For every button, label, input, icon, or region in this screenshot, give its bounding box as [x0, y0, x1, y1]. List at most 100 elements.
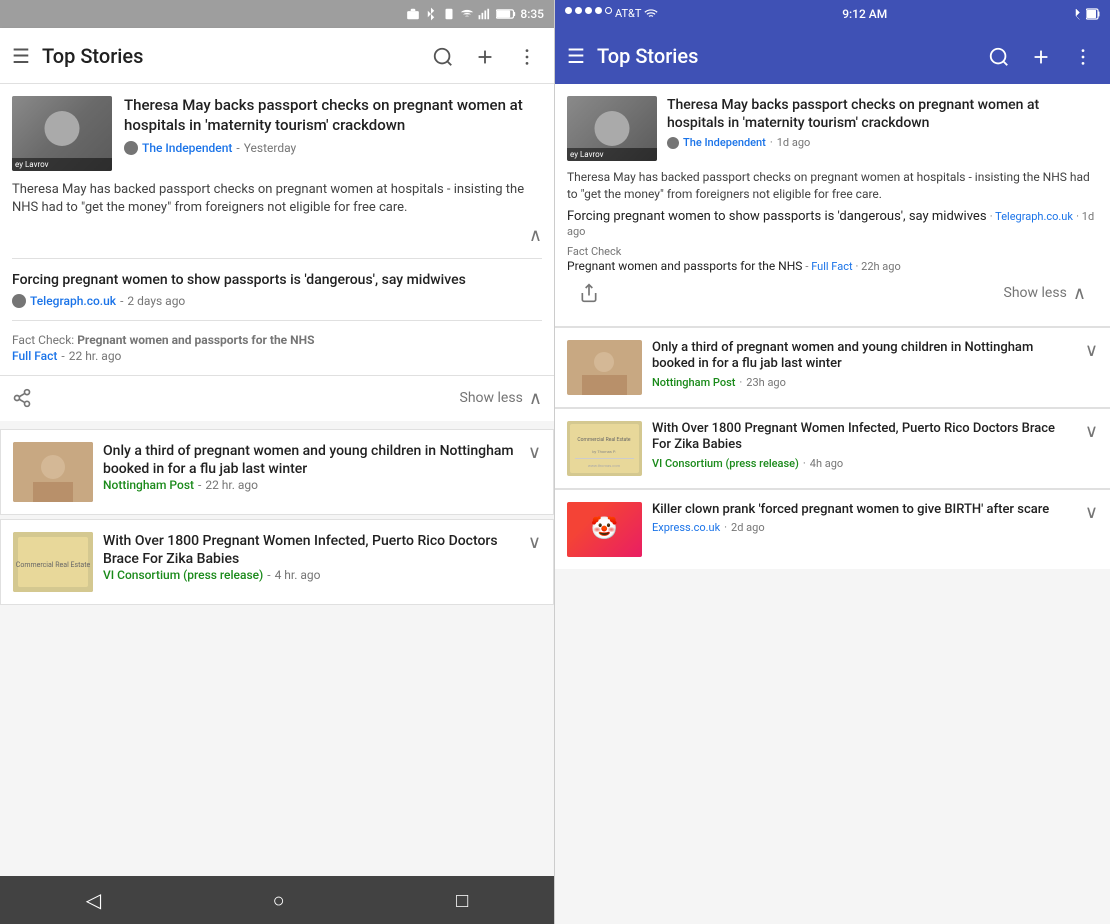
- share-icon-right[interactable]: [579, 283, 599, 304]
- content-left: ey Lavrov Theresa May backs passport che…: [0, 84, 554, 876]
- related-article-1-left[interactable]: Forcing pregnant women to show passports…: [0, 259, 554, 319]
- article-meta-right: Theresa May backs passport checks on pre…: [667, 96, 1098, 161]
- news-card-1-left[interactable]: Only a third of pregnant women and young…: [0, 429, 554, 515]
- news-content-3-right: Killer clown prank 'forced pregnant wome…: [652, 502, 1075, 535]
- article-snippet-right: Theresa May has backed passport checks o…: [567, 169, 1098, 203]
- news-item-1-right[interactable]: Only a third of pregnant women and young…: [555, 327, 1110, 407]
- related-title-1-left: Forcing pregnant women to show passports…: [12, 271, 542, 289]
- source-icon-right: [667, 137, 679, 149]
- fact-check-label-left: Fact Check: Pregnant women and passports…: [12, 333, 542, 347]
- fact-time: 22 hr. ago: [69, 349, 122, 363]
- share-icon-left[interactable]: [12, 388, 32, 408]
- fact-check-title-right: Pregnant women and passports for the NHS…: [567, 259, 1098, 273]
- source-time-right: 1d ago: [777, 136, 811, 149]
- fact-check-right[interactable]: Fact Check Pregnant women and passports …: [567, 245, 1098, 273]
- add-icon-right[interactable]: [1026, 40, 1056, 73]
- back-button[interactable]: ◁: [86, 888, 101, 912]
- news-item-1-left: Only a third of pregnant women and young…: [1, 430, 553, 514]
- related-article-2-left[interactable]: Fact Check: Pregnant women and passports…: [0, 321, 554, 375]
- news-thumb-2-right: Commercial Real Estate by Thomas P. www.…: [567, 421, 642, 476]
- show-less-text-right: Show less: [1004, 285, 1067, 301]
- show-less-bar-left: Show less ∧: [0, 375, 554, 421]
- search-icon-right[interactable]: [984, 40, 1014, 73]
- svg-text:by Thomas P.: by Thomas P.: [592, 449, 616, 454]
- bluetooth-icon: [424, 7, 438, 21]
- fact-source-name: Full Fact: [12, 349, 57, 363]
- status-bar-left: 8:35: [0, 0, 554, 28]
- signal-dot-1: [565, 7, 572, 14]
- signal-dot-4: [595, 7, 602, 14]
- news-expand-2[interactable]: ∨: [528, 532, 541, 553]
- article-thumbnail-left: ey Lavrov: [12, 96, 112, 171]
- status-bar-right: AT&T 9:12 AM: [555, 0, 1110, 28]
- status-right-icons-right: [1071, 8, 1100, 20]
- news-title-2-right: With Over 1800 Pregnant Women Infected, …: [652, 421, 1075, 455]
- fact-check-title-left: Pregnant women and passports for the NHS: [77, 333, 314, 347]
- news-source-name-1: Nottingham Post: [103, 478, 194, 492]
- add-icon[interactable]: [470, 39, 500, 72]
- related-source-1-left: Telegraph.co.uk - 2 days ago: [12, 294, 542, 308]
- top-bar-right: ☰ Top Stories: [555, 28, 1110, 84]
- news-source-1-left: Nottingham Post - 22 hr. ago: [103, 478, 518, 492]
- source-name-left[interactable]: The Independent: [142, 141, 232, 155]
- content-right: ey Lavrov Theresa May backs passport che…: [555, 84, 1110, 924]
- recents-button[interactable]: □: [456, 888, 468, 913]
- home-button[interactable]: ○: [273, 888, 285, 913]
- right-phone: AT&T 9:12 AM ☰ Top Stories: [555, 0, 1110, 924]
- svg-text:www.thomas.com: www.thomas.com: [588, 463, 621, 468]
- vibrate-icon: [442, 7, 456, 21]
- news-card-2-left[interactable]: Commercial Real Estate With Over 1800 Pr…: [0, 519, 554, 605]
- source-time-value-left: Yesterday: [244, 141, 297, 155]
- collapse-arrow-icon[interactable]: ∧: [529, 225, 542, 246]
- battery-icon-right: [1086, 8, 1100, 20]
- article-source-right: The Independent · 1d ago: [667, 136, 1098, 149]
- bottom-nav-left: ◁ ○ □: [0, 876, 554, 924]
- news-expand-1-right[interactable]: ∨: [1085, 340, 1098, 361]
- news-title-1-right: Only a third of pregnant women and young…: [652, 340, 1075, 374]
- show-less-right[interactable]: Show less ∧: [460, 388, 542, 409]
- article-source-left: The Independent - Yesterday: [124, 141, 542, 155]
- source-time-rel1: -: [120, 294, 123, 308]
- news-expand-3-right[interactable]: ∨: [1085, 502, 1098, 523]
- hamburger-menu-icon[interactable]: ☰: [12, 44, 30, 68]
- article-title-left[interactable]: Theresa May backs passport checks on pre…: [124, 96, 542, 135]
- news-meta-1-left: Only a third of pregnant women and young…: [103, 442, 518, 492]
- briefcase-icon: [406, 7, 420, 21]
- page-title-left: Top Stories: [42, 44, 416, 68]
- article-thumbnail-right: ey Lavrov: [567, 96, 657, 161]
- news-thumb-2: Commercial Real Estate: [13, 532, 93, 592]
- carrier-name: AT&T: [615, 7, 641, 21]
- signal-dot-3: [585, 7, 592, 14]
- chevron-up-icon-right: ∧: [1073, 283, 1086, 304]
- chevron-down-icon-2-right: ∨: [1085, 421, 1098, 442]
- show-less-right-area[interactable]: Show less ∧: [1004, 283, 1086, 304]
- news-item-2-right[interactable]: Commercial Real Estate by Thomas P. www.…: [555, 408, 1110, 488]
- main-article-body-left: ey Lavrov Theresa May backs passport che…: [0, 84, 554, 258]
- chevron-down-icon-1: ∨: [528, 442, 541, 463]
- news-title-1-left: Only a third of pregnant women and young…: [103, 442, 518, 478]
- news-expand-2-right[interactable]: ∨: [1085, 421, 1098, 442]
- more-options-icon-right[interactable]: [1068, 40, 1098, 73]
- news-thumb-3-right: [567, 502, 642, 557]
- signal-icon: [478, 7, 492, 21]
- main-article-top-right: ey Lavrov Theresa May backs passport che…: [567, 96, 1098, 161]
- news-expand-1[interactable]: ∨: [528, 442, 541, 463]
- article-expand-left[interactable]: ∧: [12, 225, 542, 246]
- signal-dot-5: [605, 7, 612, 14]
- main-article-body-right: ey Lavrov Theresa May backs passport che…: [555, 84, 1110, 326]
- related-right-1[interactable]: Forcing pregnant women to show passports…: [567, 209, 1098, 239]
- article-title-right[interactable]: Theresa May backs passport checks on pre…: [667, 96, 1098, 132]
- news-title-3-right: Killer clown prank 'forced pregnant wome…: [652, 502, 1075, 519]
- news-item-3-right[interactable]: Killer clown prank 'forced pregnant wome…: [555, 489, 1110, 569]
- show-less-bar-right: Show less ∧: [567, 273, 1098, 314]
- fact-check-source-left: Full Fact - 22 hr. ago: [12, 349, 542, 363]
- more-options-icon[interactable]: [512, 39, 542, 72]
- news-title-2-left: With Over 1800 Pregnant Women Infected, …: [103, 532, 518, 568]
- news-content-1-right: Only a third of pregnant women and young…: [652, 340, 1075, 390]
- fact-check-label-right: Fact Check: [567, 245, 1098, 258]
- news-thumb-1: [13, 442, 93, 502]
- hamburger-menu-icon-right[interactable]: ☰: [567, 44, 585, 68]
- news-time-1: 22 hr. ago: [205, 478, 258, 492]
- wifi-icon-right: [644, 7, 658, 21]
- search-icon[interactable]: [428, 39, 458, 72]
